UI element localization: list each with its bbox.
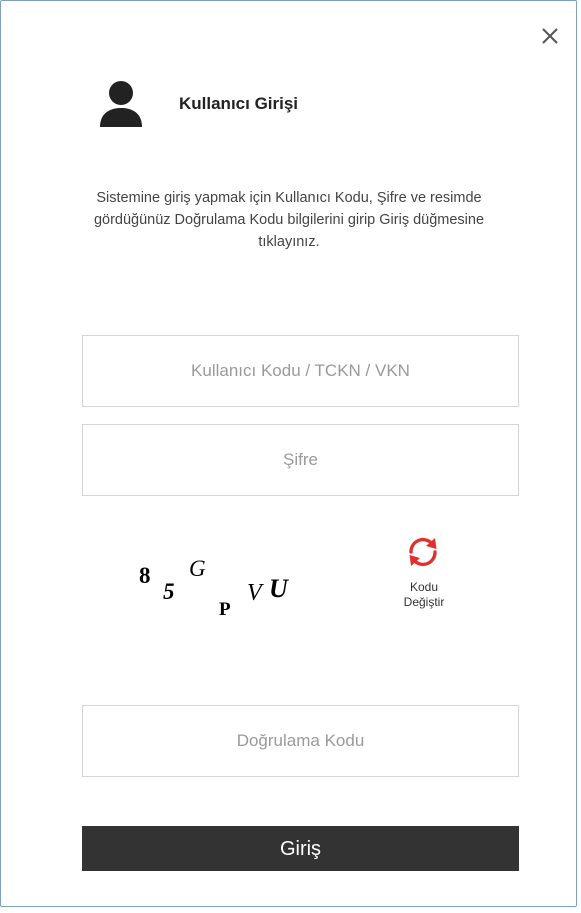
password-input[interactable] bbox=[82, 424, 519, 496]
refresh-icon bbox=[409, 537, 437, 567]
captcha-image: 8 5 G P V U bbox=[131, 549, 351, 629]
dialog-title: Kullanıcı Girişi bbox=[179, 94, 299, 113]
refresh-label-line2: Değiştir bbox=[403, 595, 445, 609]
refresh-captcha-button[interactable]: Kodu Değiştir bbox=[389, 529, 459, 621]
captcha-char: V bbox=[247, 580, 264, 606]
dialog-header: Kullanıcı Girişi bbox=[97, 81, 298, 127]
username-input[interactable] bbox=[82, 335, 519, 407]
user-icon bbox=[100, 81, 142, 127]
login-instructions: Sistemine giriş yapmak için Kullanıcı Ko… bbox=[93, 190, 485, 250]
close-icon[interactable] bbox=[537, 23, 563, 49]
captcha-code-input[interactable] bbox=[82, 705, 519, 777]
captcha-char: U bbox=[269, 574, 289, 603]
captcha-char: 8 bbox=[139, 563, 151, 588]
captcha-char: 5 bbox=[163, 579, 175, 604]
captcha-char: P bbox=[219, 599, 231, 620]
login-button[interactable]: Giriş bbox=[82, 826, 519, 871]
refresh-captcha-label: Kodu Değiştir bbox=[389, 580, 459, 610]
refresh-label-line1: Kodu bbox=[409, 580, 439, 594]
login-dialog: Kullanıcı Girişi Sistemine giriş yapmak … bbox=[0, 0, 577, 907]
captcha-char: G bbox=[189, 556, 206, 581]
